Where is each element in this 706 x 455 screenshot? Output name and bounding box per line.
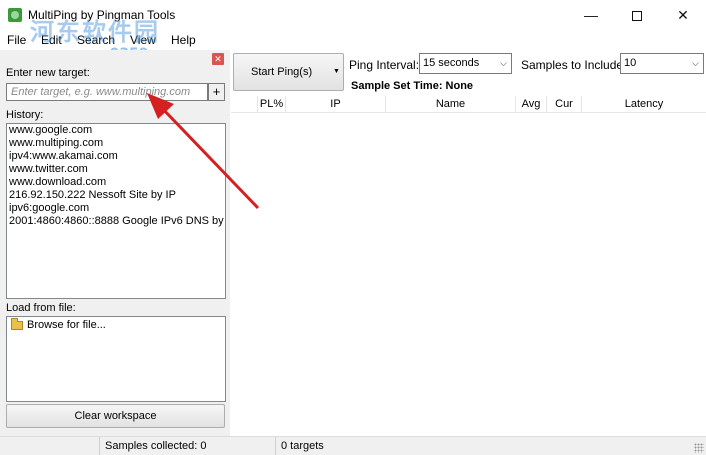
sample-set-time: Sample Set Time: None (351, 80, 474, 92)
chevron-down-icon[interactable]: ▼ (333, 68, 340, 75)
menu-edit[interactable]: Edit (41, 33, 62, 47)
menu-bar: File Edit Search View Help (0, 31, 706, 50)
list-item[interactable]: ipv6:google.com (7, 202, 225, 215)
menu-view[interactable]: View (130, 33, 156, 47)
title-bar: MultiPing by Pingman Tools — ✕ (0, 0, 706, 31)
app-icon (8, 8, 22, 22)
list-item[interactable]: www.multiping.com (7, 137, 225, 150)
ping-interval-select[interactable]: 15 seconds ⌵ (419, 53, 512, 74)
start-pings-label: Start Ping(s) (251, 66, 313, 78)
list-item[interactable]: 216.92.150.222 Nessoft Site by IP (7, 189, 225, 202)
status-bar: Samples collected: 0 0 targets (0, 436, 706, 455)
chevron-down-icon: ⌵ (692, 58, 699, 68)
load-file-label: Load from file: (6, 302, 76, 314)
folder-icon (11, 318, 23, 330)
minimize-button[interactable]: — (568, 0, 614, 30)
list-item[interactable]: www.google.com (7, 124, 225, 137)
column-avg[interactable]: Avg (516, 96, 547, 113)
column-cur[interactable]: Cur (547, 96, 582, 113)
samples-select[interactable]: 10 ⌵ (620, 53, 704, 74)
targets-status: 0 targets (275, 437, 695, 455)
column-name[interactable]: Name (386, 96, 516, 113)
ping-interval-value: 15 seconds (423, 57, 480, 69)
column-blank[interactable] (231, 96, 258, 113)
maximize-button[interactable] (614, 0, 660, 30)
list-item[interactable]: www.download.com (7, 176, 225, 189)
panel-header: ✕ (0, 50, 230, 68)
new-target-label: Enter new target: (6, 67, 90, 79)
results-table-header: PL% IP Name Avg Cur Latency (231, 96, 706, 113)
samples-value: 10 (624, 57, 637, 69)
menu-file[interactable]: File (7, 33, 26, 47)
ping-interval-label: Ping Interval: (349, 58, 420, 72)
start-pings-button[interactable]: Start Ping(s) ▼ (233, 53, 344, 91)
panel-close-button[interactable]: ✕ (212, 53, 224, 65)
resize-grip-icon[interactable] (694, 443, 704, 453)
file-list[interactable]: Browse for file... (6, 316, 226, 402)
add-target-button[interactable]: + (208, 83, 225, 101)
chevron-down-icon: ⌵ (500, 58, 507, 68)
maximize-icon (632, 11, 642, 22)
close-button[interactable]: ✕ (660, 0, 706, 30)
column-latency[interactable]: Latency (582, 96, 706, 113)
history-label: History: (6, 109, 44, 121)
targets-panel: ✕ Enter new target: Enter target, e.g. w… (0, 50, 230, 436)
menu-search[interactable]: Search (77, 33, 115, 47)
menu-help[interactable]: Help (171, 33, 196, 47)
window-title: MultiPing by Pingman Tools (28, 8, 176, 22)
target-input[interactable]: Enter target, e.g. www.multiping.com (6, 83, 208, 101)
list-item[interactable]: www.twitter.com (7, 163, 225, 176)
browse-file-item[interactable]: Browse for file... (27, 319, 106, 331)
column-pl[interactable]: PL% (258, 96, 286, 113)
samples-label: Samples to Include: (521, 58, 627, 72)
list-item[interactable]: 2001:4860:4860::8888 Google IPv6 DNS by … (7, 215, 225, 228)
clear-workspace-button[interactable]: Clear workspace (6, 404, 225, 428)
list-item[interactable]: ipv4:www.akamai.com (7, 150, 225, 163)
results-table-body[interactable] (231, 114, 706, 436)
history-list[interactable]: www.google.com www.multiping.com ipv4:ww… (6, 123, 226, 299)
column-ip[interactable]: IP (286, 96, 386, 113)
samples-collected-status: Samples collected: 0 (99, 437, 275, 455)
